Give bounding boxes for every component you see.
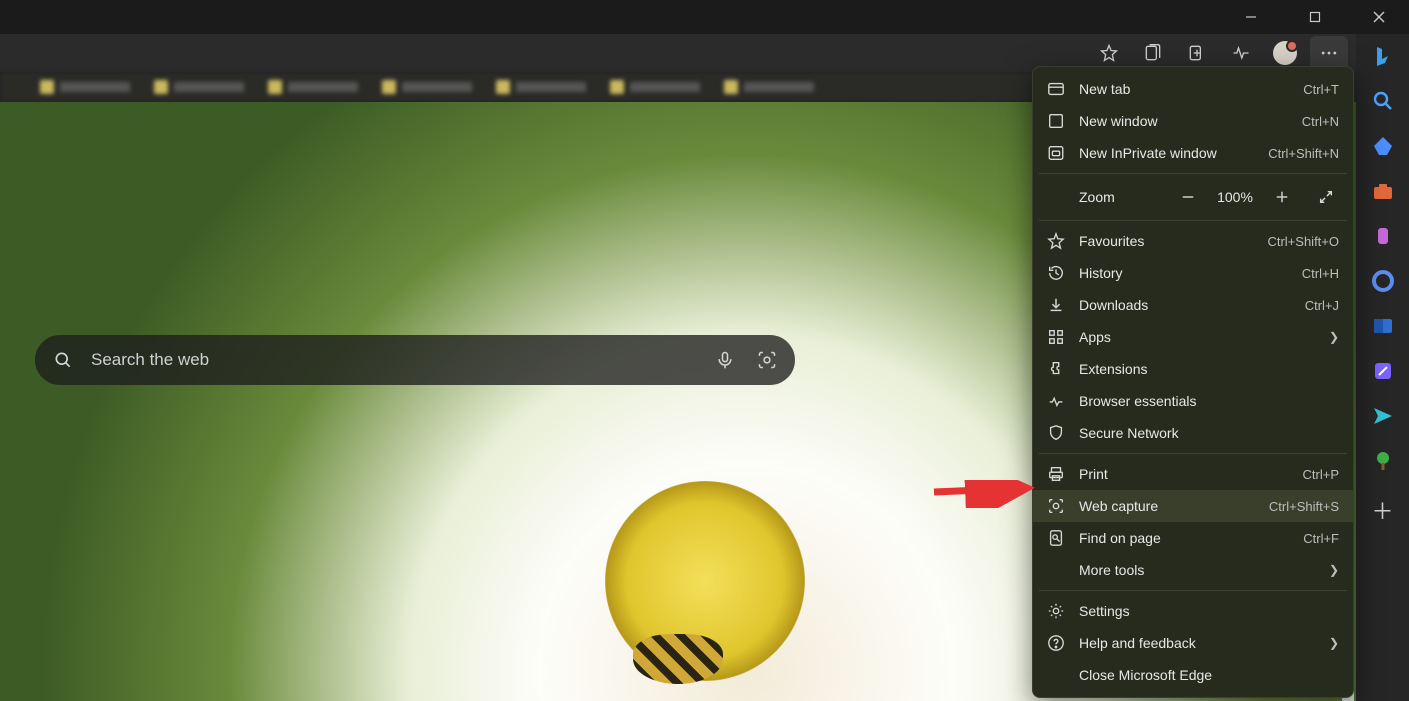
menu-item-close-microsoft-edge[interactable]: Close Microsoft Edge (1033, 659, 1353, 691)
gear-icon (1047, 602, 1065, 620)
history-icon (1047, 264, 1065, 282)
sidebar-shopping-icon[interactable] (1371, 134, 1395, 158)
browser-essentials-button[interactable] (1222, 36, 1260, 70)
menu-item-help-and-feedback[interactable]: Help and feedback ❯ (1033, 627, 1353, 659)
findpage-icon (1047, 529, 1065, 547)
sidebar-tools-icon[interactable] (1371, 179, 1395, 203)
menu-item-label: Apps (1079, 329, 1315, 345)
profile-button[interactable] (1266, 36, 1304, 70)
avatar-icon (1273, 41, 1297, 65)
menu-item-new-tab[interactable]: New tab Ctrl+T (1033, 73, 1353, 105)
collections-button[interactable] (1134, 36, 1172, 70)
search-icon (49, 346, 77, 374)
chevron-right-icon: ❯ (1329, 330, 1339, 344)
background-image-detail (633, 634, 723, 684)
menu-item-settings[interactable]: Settings (1033, 595, 1353, 627)
sidebar-outlook-icon[interactable] (1371, 314, 1395, 338)
menu-item-label: Web capture (1079, 498, 1255, 514)
menu-item-label: Secure Network (1079, 425, 1339, 441)
menu-item-downloads[interactable]: Downloads Ctrl+J (1033, 289, 1353, 321)
sidebar-bing-icon[interactable] (1371, 44, 1395, 68)
favorite-star-button[interactable] (1090, 36, 1128, 70)
menu-item-label: New InPrivate window (1079, 145, 1254, 161)
download-icon (1047, 296, 1065, 314)
capture-icon (1047, 497, 1065, 515)
menu-item-label: New tab (1079, 81, 1289, 97)
shopping-button[interactable] (1178, 36, 1216, 70)
menu-item-secure-network[interactable]: Secure Network (1033, 417, 1353, 449)
menu-item-label: Extensions (1079, 361, 1339, 377)
shield-icon (1047, 424, 1065, 442)
apps-icon (1047, 328, 1065, 346)
menu-zoom-label: Zoom (1047, 189, 1165, 205)
menu-item-shortcut: Ctrl+P (1303, 467, 1339, 482)
menu-item-web-capture[interactable]: Web capture Ctrl+Shift+S (1033, 490, 1353, 522)
menu-item-favourites[interactable]: Favourites Ctrl+Shift+O (1033, 225, 1353, 257)
menu-item-label: Help and feedback (1079, 635, 1315, 651)
menu-item-label: Settings (1079, 603, 1339, 619)
puzzle-icon (1047, 360, 1065, 378)
menu-item-label: Favourites (1079, 233, 1253, 249)
fullscreen-button[interactable] (1313, 184, 1339, 210)
menu-item-apps[interactable]: Apps ❯ (1033, 321, 1353, 353)
menu-item-more-tools[interactable]: More tools ❯ (1033, 554, 1353, 586)
menu-item-label: New window (1079, 113, 1288, 129)
settings-and-more-menu: New tab Ctrl+T New window Ctrl+N New InP… (1032, 66, 1354, 698)
heart-icon (1047, 392, 1065, 410)
tab-icon (1047, 80, 1065, 98)
window-maximize-button[interactable] (1293, 1, 1337, 33)
inprivate-icon (1047, 144, 1065, 162)
sidebar-games-icon[interactable] (1371, 224, 1395, 248)
edge-sidebar: ＋ (1356, 34, 1409, 701)
settings-and-more-button[interactable] (1310, 36, 1348, 70)
zoom-out-button[interactable] (1175, 184, 1201, 210)
menu-item-print[interactable]: Print Ctrl+P (1033, 458, 1353, 490)
sidebar-designer-icon[interactable] (1371, 359, 1395, 383)
menu-item-shortcut: Ctrl+J (1305, 298, 1339, 313)
menu-item-shortcut: Ctrl+N (1302, 114, 1339, 129)
window-close-button[interactable] (1357, 1, 1401, 33)
menu-item-label: Close Microsoft Edge (1079, 667, 1339, 683)
chevron-right-icon: ❯ (1329, 636, 1339, 650)
window-minimize-button[interactable] (1229, 1, 1273, 33)
menu-item-label: Print (1079, 466, 1289, 482)
menu-item-shortcut: Ctrl+H (1302, 266, 1339, 281)
chevron-right-icon: ❯ (1329, 563, 1339, 577)
menu-item-find-on-page[interactable]: Find on page Ctrl+F (1033, 522, 1353, 554)
menu-item-label: Browser essentials (1079, 393, 1339, 409)
menu-item-label: History (1079, 265, 1288, 281)
search-bar[interactable] (35, 335, 795, 385)
menu-item-extensions[interactable]: Extensions (1033, 353, 1353, 385)
voice-search-button[interactable] (711, 346, 739, 374)
menu-item-label: Find on page (1079, 530, 1289, 546)
sidebar-tree-icon[interactable] (1371, 449, 1395, 473)
zoom-in-button[interactable] (1269, 184, 1295, 210)
print-icon (1047, 465, 1065, 483)
sidebar-office-icon[interactable] (1371, 269, 1395, 293)
image-search-button[interactable] (753, 346, 781, 374)
menu-item-label: Downloads (1079, 297, 1291, 313)
menu-item-history[interactable]: History Ctrl+H (1033, 257, 1353, 289)
menu-item-shortcut: Ctrl+Shift+O (1267, 234, 1339, 249)
sidebar-add-button[interactable]: ＋ (1371, 498, 1395, 522)
menu-item-new-window[interactable]: New window Ctrl+N (1033, 105, 1353, 137)
sidebar-drop-icon[interactable] (1371, 404, 1395, 428)
menu-item-new-inprivate-window[interactable]: New InPrivate window Ctrl+Shift+N (1033, 137, 1353, 169)
menu-item-label: More tools (1079, 562, 1315, 578)
zoom-value: 100% (1211, 189, 1259, 205)
window-titlebar (0, 0, 1409, 34)
window-icon (1047, 112, 1065, 130)
menu-item-shortcut: Ctrl+F (1303, 531, 1339, 546)
star-icon (1047, 232, 1065, 250)
sidebar-search-icon[interactable] (1371, 89, 1395, 113)
help-icon (1047, 634, 1065, 652)
menu-item-browser-essentials[interactable]: Browser essentials (1033, 385, 1353, 417)
menu-item-shortcut: Ctrl+T (1303, 82, 1339, 97)
menu-item-shortcut: Ctrl+Shift+S (1269, 499, 1339, 514)
search-input[interactable] (91, 350, 697, 370)
menu-zoom-row: Zoom 100% (1033, 178, 1353, 216)
menu-item-shortcut: Ctrl+Shift+N (1268, 146, 1339, 161)
